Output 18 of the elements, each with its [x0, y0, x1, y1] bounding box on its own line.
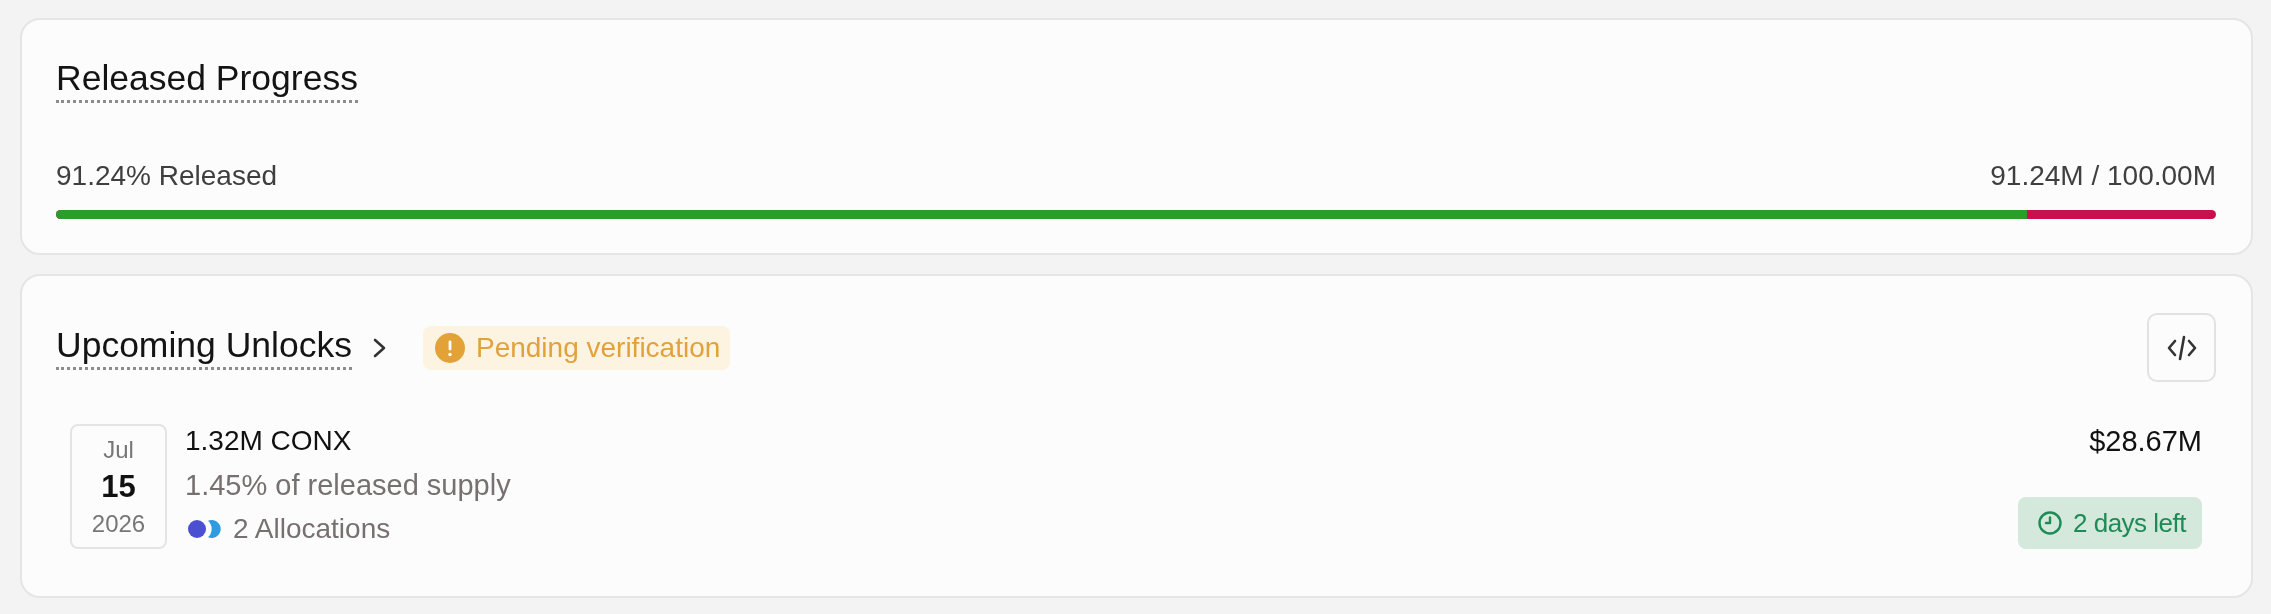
- unlock-amount: 1.32M CONX: [185, 424, 352, 458]
- code-icon: [2166, 334, 2197, 361]
- chevron-right-icon[interactable]: [372, 337, 386, 358]
- date-year: 2026: [91, 509, 146, 539]
- released-percent-label: 91.24% Released: [56, 159, 278, 193]
- status-text: Pending verification: [475, 330, 721, 365]
- released-amount-label: 91.24M / 100.00M: [1990, 159, 2216, 193]
- allocations-link[interactable]: 2 Allocations: [233, 512, 391, 546]
- section-title: Released Progress: [56, 58, 358, 103]
- time-left-text: 2 days left: [2073, 507, 2186, 539]
- code-button[interactable]: [2147, 313, 2216, 382]
- warning-icon: [434, 332, 465, 363]
- unlock-value: $28.67M: [2089, 424, 2202, 458]
- section-title: Upcoming Unlocks: [56, 325, 352, 370]
- date-month: Jul: [103, 435, 134, 465]
- date-day: 15: [101, 468, 136, 505]
- supply-share-text: 1.45% of released supply: [185, 468, 511, 502]
- clock-icon: [2038, 511, 2062, 535]
